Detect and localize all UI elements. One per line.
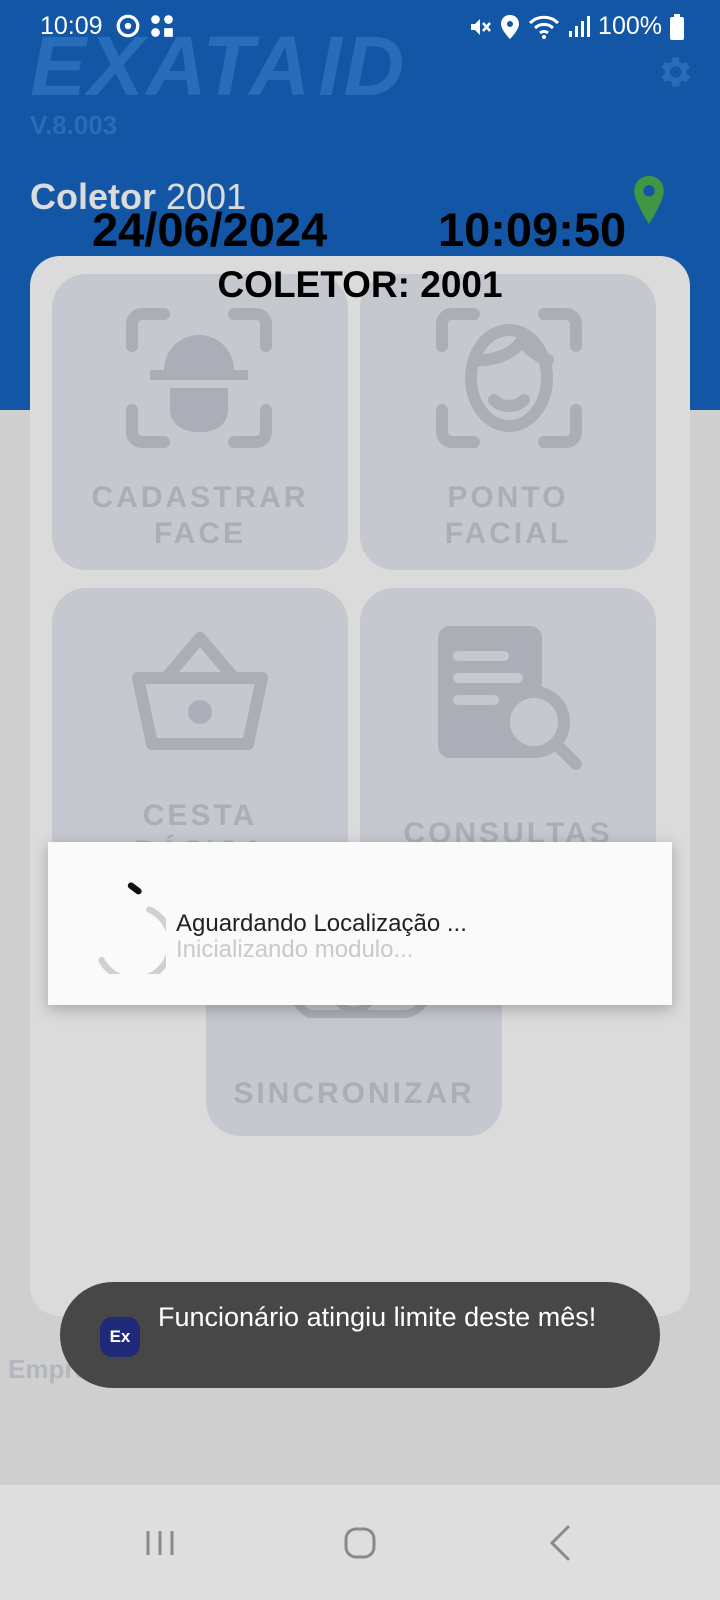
signal-icon — [569, 15, 591, 37]
recent-apps-icon[interactable] — [130, 1513, 190, 1573]
toast-message: Ex Funcionário atingiu limite deste mês! — [60, 1282, 660, 1388]
status-right-icons: 100% — [468, 12, 684, 41]
coletor-display: COLETOR: 2001 — [217, 264, 503, 305]
mute-icon — [471, 18, 491, 35]
battery-percent: 100% — [598, 12, 662, 40]
time-display: 10:09:50 — [438, 203, 627, 256]
battery-icon — [670, 13, 684, 40]
app-icon: Ex — [100, 1317, 140, 1357]
dialog-sub-message: Inicializando modulo... — [176, 936, 414, 963]
date-display: 24/06/2024 — [92, 203, 328, 256]
progress-dialog: Aguardando Localização ... Inicializando… — [48, 842, 672, 1005]
loading-spinner-icon — [98, 882, 166, 974]
toast-text: Funcionário atingiu limite deste mês! — [158, 1302, 597, 1332]
dialog-message: Aguardando Localização ... — [176, 910, 467, 937]
back-icon[interactable] — [530, 1513, 590, 1573]
wifi-icon — [528, 15, 560, 39]
location-icon — [501, 14, 520, 39]
status-time: 10:09 — [40, 12, 103, 40]
navigation-bar — [0, 1485, 720, 1600]
status-left-icons — [115, 13, 175, 39]
status-bar: 10:09 100% — [0, 0, 720, 52]
sync-icon — [116, 14, 140, 38]
home-icon[interactable] — [330, 1513, 390, 1573]
app-notification-icon — [151, 15, 174, 37]
